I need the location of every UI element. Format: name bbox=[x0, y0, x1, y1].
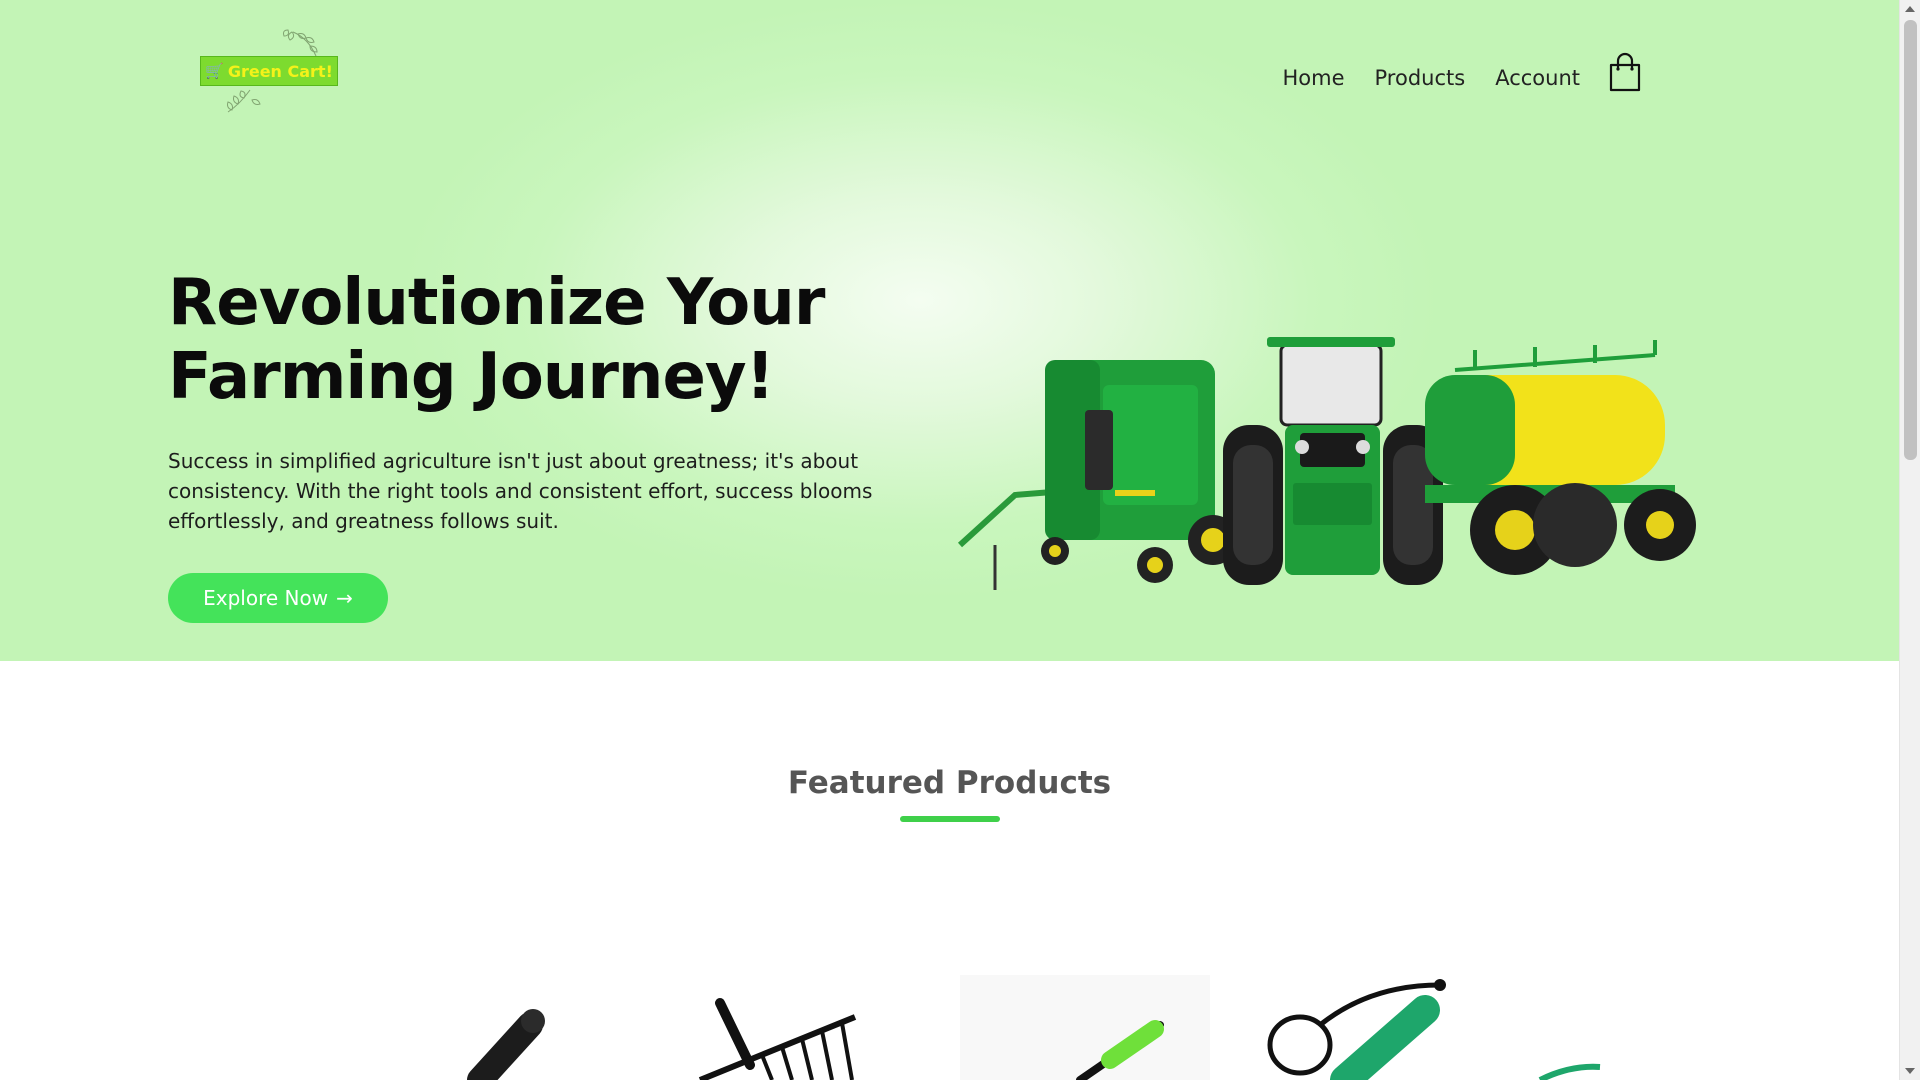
hero-title: Revolutionize Your Farming Journey! bbox=[168, 266, 928, 414]
featured-products-row bbox=[467, 975, 1601, 1080]
tractor-image bbox=[1223, 337, 1443, 585]
hero-title-line-1: Revolutionize Your bbox=[168, 266, 825, 340]
green-cart-logo[interactable]: 🛒 Green Cart! bbox=[198, 28, 343, 114]
air-cart-image bbox=[1425, 340, 1696, 575]
vertical-scrollbar[interactable] bbox=[1899, 0, 1920, 1080]
nav-link-home[interactable]: Home bbox=[1283, 66, 1345, 90]
title-underline bbox=[900, 816, 1000, 822]
logo-text: Green Cart! bbox=[227, 61, 333, 81]
explore-now-button[interactable]: Explore Now → bbox=[168, 573, 388, 623]
green-sprayer-image bbox=[1267, 979, 1601, 1080]
hero-section: 🛒 Green Cart! Home Products Account Revo… bbox=[0, 0, 1899, 661]
hero-title-line-2: Farming Journey! bbox=[168, 340, 775, 414]
featured-products-title: Featured Products bbox=[787, 765, 1112, 801]
scroll-up-icon[interactable] bbox=[1905, 6, 1915, 12]
shopping-bag-icon[interactable] bbox=[1608, 52, 1642, 92]
green-handle-tool-image bbox=[960, 975, 1210, 1080]
baler-image bbox=[957, 360, 1238, 590]
logo-badge: 🛒 Green Cart! bbox=[200, 56, 338, 86]
nav-links: Home Products Account bbox=[1283, 52, 1643, 98]
nav-link-products[interactable]: Products bbox=[1375, 66, 1466, 90]
hand-tool-grip-image bbox=[467, 1009, 545, 1080]
nav-link-account[interactable]: Account bbox=[1495, 66, 1580, 90]
arrow-right-icon: → bbox=[336, 586, 353, 610]
cart-icon: 🛒 bbox=[205, 62, 224, 80]
rake-image bbox=[698, 998, 857, 1080]
farm-machinery-image bbox=[957, 337, 1696, 590]
top-navbar: 🛒 Green Cart! Home Products Account bbox=[0, 0, 1899, 150]
scrollbar-thumb[interactable] bbox=[1904, 20, 1917, 460]
scroll-down-icon[interactable] bbox=[1905, 1068, 1915, 1074]
page: 🛒 Green Cart! Home Products Account Revo… bbox=[0, 0, 1899, 1080]
hero-description: Success in simplified agriculture isn't … bbox=[168, 449, 873, 533]
explore-now-label: Explore Now bbox=[203, 586, 329, 610]
